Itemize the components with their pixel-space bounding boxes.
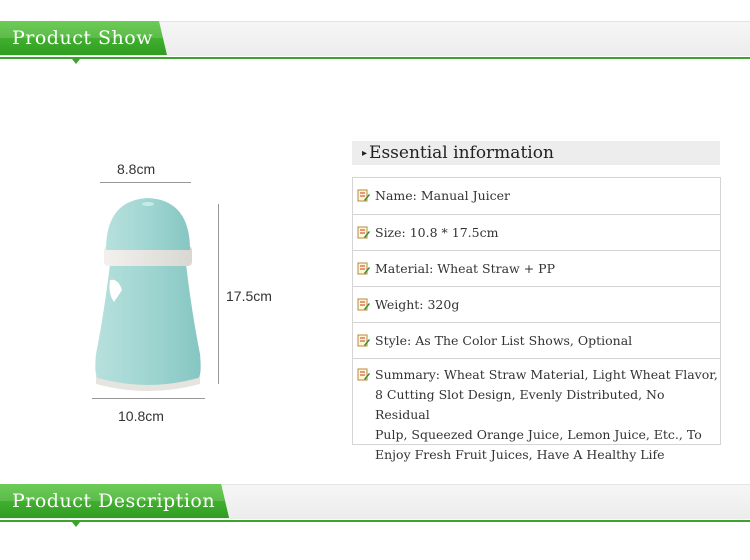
top-dimension-line [100, 182, 191, 183]
product-description-title: Product Description [0, 484, 229, 518]
height-label: 17.5cm [226, 288, 272, 304]
height-dimension-line [218, 204, 219, 384]
essential-info-heading: ▸ Essential information [352, 141, 720, 165]
info-row-summary: Summary: Wheat Straw Material, Light Whe… [353, 358, 720, 462]
info-row-material: Material: Wheat Straw + PP [353, 250, 720, 286]
note-pencil-icon [357, 262, 370, 275]
summary-line: Pulp, Squeezed Orange Juice, Lemon Juice… [375, 427, 702, 442]
bottom-width-label: 10.8cm [118, 408, 164, 424]
product-illustration: 8.8cm 17.5cm 10.8cm [80, 150, 330, 440]
top-width-label: 8.8cm [117, 161, 156, 177]
info-row-name: Name: Manual Juicer [353, 178, 720, 214]
summary-line: 8 Cutting Slot Design, Evenly Distribute… [375, 387, 665, 422]
banner-pointer-icon [72, 522, 80, 527]
bottom-dimension-line [92, 398, 205, 399]
info-row-weight: Weight: 320g [353, 286, 720, 322]
info-table: Name: Manual Juicer Size: 10.8 * 17.5cm … [352, 177, 721, 462]
note-pencil-icon [357, 226, 370, 239]
note-pencil-icon [357, 298, 370, 311]
info-row-style: Style: As The Color List Shows, Optional [353, 322, 720, 358]
note-pencil-icon [357, 189, 370, 202]
summary-line: Enjoy Fresh Fruit Juices, Have A Healthy… [375, 447, 665, 462]
product-description-banner: Product Description [0, 484, 750, 527]
juicer-image [95, 198, 201, 391]
triangle-right-icon: ▸ [362, 147, 368, 159]
note-pencil-icon [357, 368, 370, 381]
product-show-title: Product Show [0, 21, 167, 55]
summary-line: Summary: Wheat Straw Material, Light Whe… [375, 367, 718, 382]
banner-pointer-icon [72, 59, 80, 64]
product-show-banner: Product Show [0, 21, 750, 64]
note-pencil-icon [357, 334, 370, 347]
info-row-size: Size: 10.8 * 17.5cm [353, 214, 720, 250]
